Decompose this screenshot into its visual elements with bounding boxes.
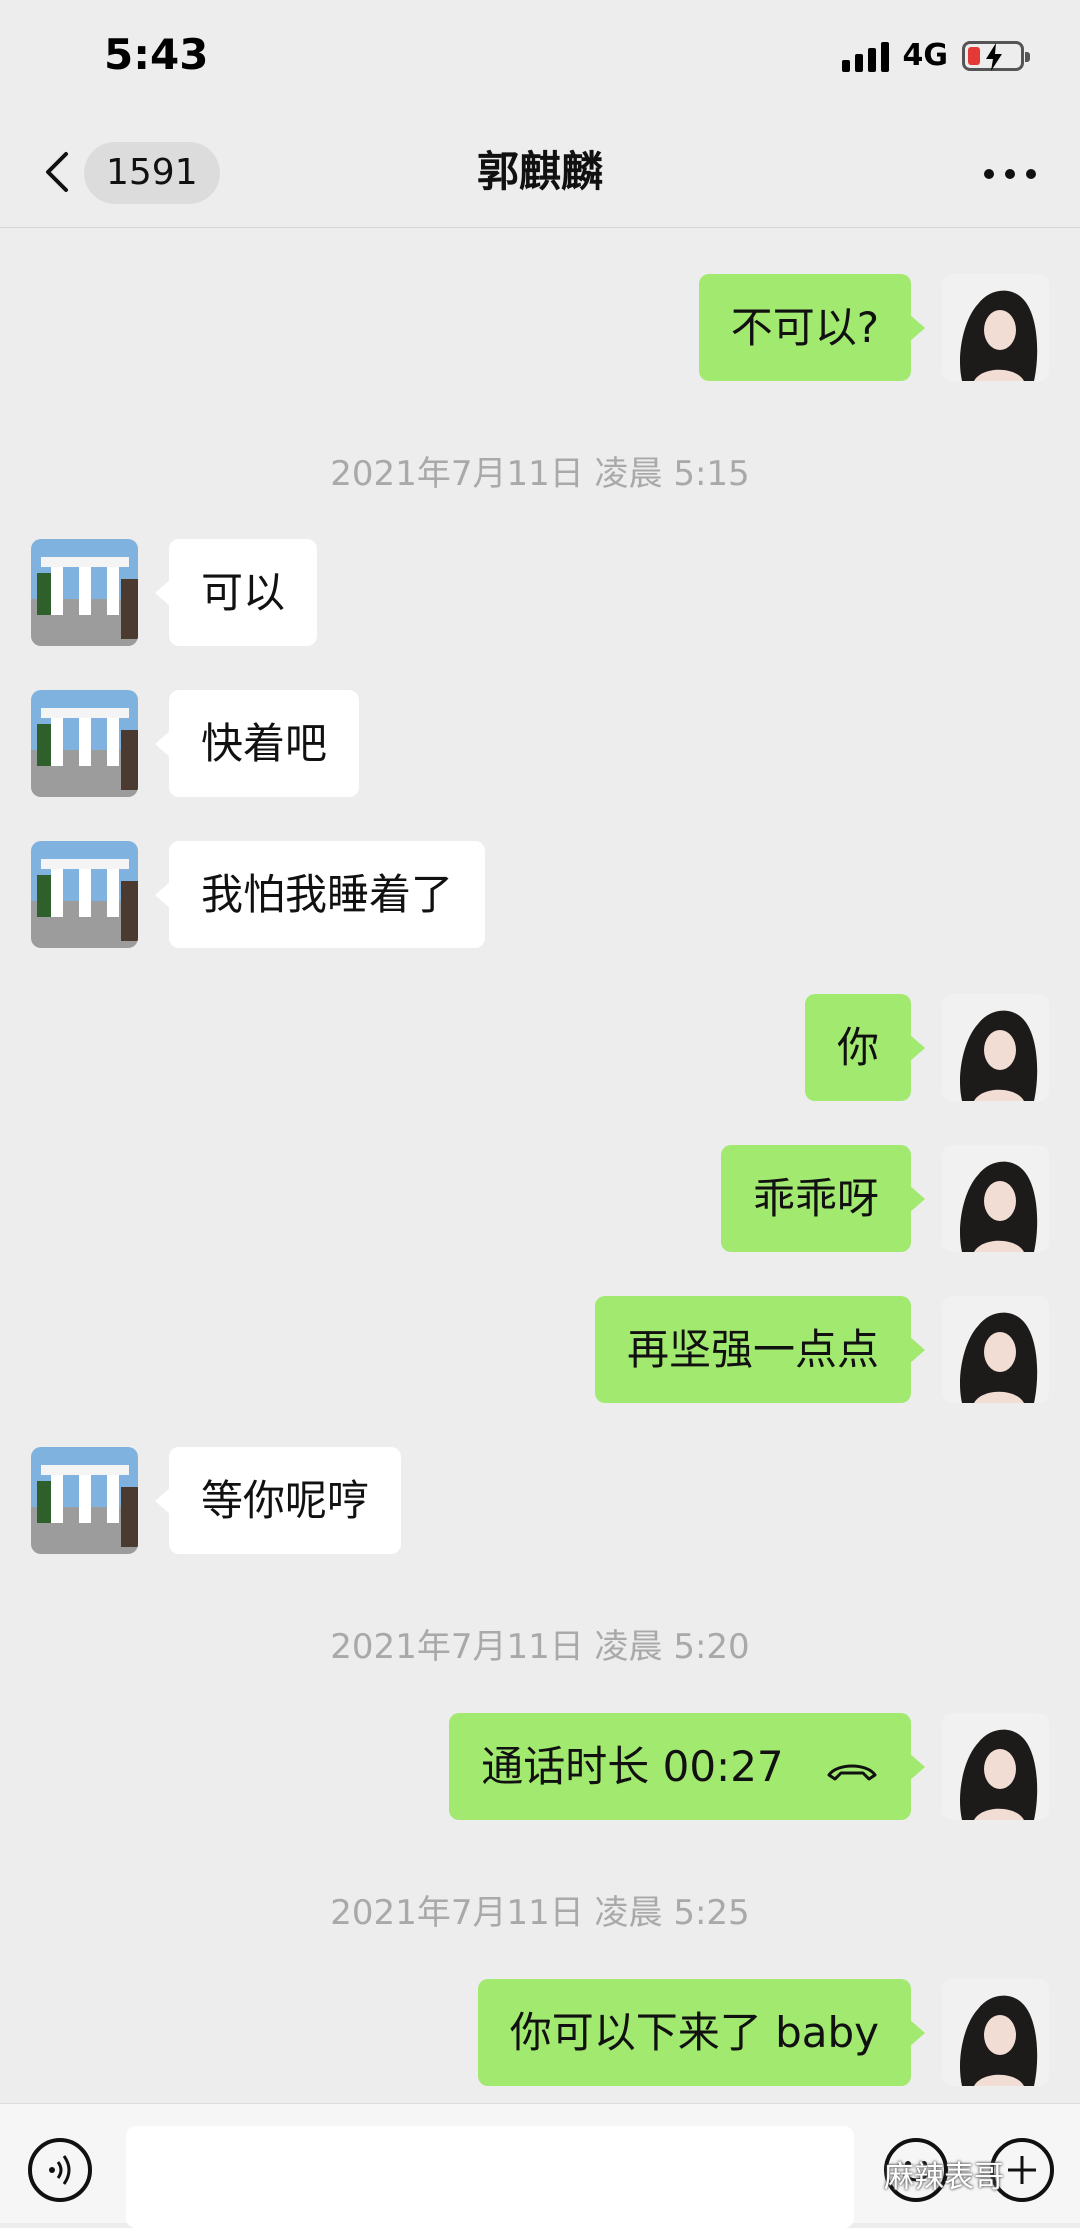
message-bubble[interactable]: 你 [804, 994, 926, 1101]
message-row: 你 [804, 994, 1049, 1101]
message-row: 你可以下来了 baby [477, 1979, 1049, 2086]
status-bar: 5:43 4G [0, 0, 1080, 120]
avatar-self[interactable] [942, 994, 1049, 1101]
message-row: 通话时长 00:27 [449, 1713, 1049, 1820]
message-input[interactable] [126, 2126, 854, 2228]
message-bubble[interactable]: 快着吧 [154, 690, 360, 797]
timestamp: 2021年7月11日 凌晨 5:25 [330, 1893, 750, 1933]
message-bubble[interactable]: 可以 [154, 539, 318, 646]
avatar-contact[interactable] [31, 841, 138, 948]
status-indicators: 4G [841, 38, 1030, 73]
message-row: 再坚强一点点 [594, 1296, 1049, 1403]
status-time: 5:43 [104, 30, 209, 79]
battery-icon [962, 40, 1030, 71]
chat-area[interactable]: 不可以? 2021年7月11日 凌晨 5:15 可以 快着吧 我怕我睡着了 你 … [0, 228, 1080, 2103]
message-row: 不可以? [698, 274, 1049, 381]
timestamp: 2021年7月11日 凌晨 5:20 [330, 1627, 750, 1667]
network-label: 4G [902, 38, 949, 73]
voice-input-button[interactable] [28, 2138, 92, 2202]
chat-title: 郭麒麟 [476, 147, 603, 196]
call-message-bubble[interactable]: 通话时长 00:27 [449, 1713, 925, 1820]
message-bubble[interactable]: 等你呢哼 [154, 1447, 402, 1554]
phone-icon [827, 1764, 877, 1780]
avatar-self[interactable] [942, 1713, 1049, 1820]
timestamp: 2021年7月11日 凌晨 5:15 [330, 454, 750, 494]
voice-icon [49, 2155, 71, 2185]
avatar-contact[interactable] [31, 690, 138, 797]
message-bubble[interactable]: 你可以下来了 baby [477, 1979, 926, 2086]
watermark: 麻辣表哥 [884, 2160, 1004, 2195]
avatar-contact[interactable] [31, 1447, 138, 1554]
avatar-self[interactable] [942, 1145, 1049, 1252]
avatar-self[interactable] [942, 1296, 1049, 1403]
message-bubble[interactable]: 再坚强一点点 [594, 1296, 926, 1403]
message-bubble[interactable]: 我怕我睡着了 [154, 841, 486, 948]
nav-bar: 1591 郭麒麟 [0, 120, 1080, 228]
avatar-self[interactable] [942, 1979, 1049, 2086]
more-icon [984, 169, 994, 179]
message-row: 我怕我睡着了 [31, 841, 486, 948]
avatar-contact[interactable] [31, 539, 138, 646]
message-bubble[interactable]: 不可以? [698, 274, 926, 381]
message-row: 乖乖呀 [720, 1145, 1049, 1252]
signal-icon [841, 40, 889, 72]
input-bar: 麻辣表哥 [0, 2103, 1080, 2228]
message-bubble[interactable]: 乖乖呀 [720, 1145, 926, 1252]
avatar-self[interactable] [942, 274, 1049, 381]
message-row: 快着吧 [31, 690, 360, 797]
call-duration-text: 通话时长 00:27 [481, 1742, 784, 1791]
more-button[interactable] [984, 164, 1036, 184]
message-row: 等你呢哼 [31, 1447, 402, 1554]
message-row: 可以 [31, 539, 318, 646]
